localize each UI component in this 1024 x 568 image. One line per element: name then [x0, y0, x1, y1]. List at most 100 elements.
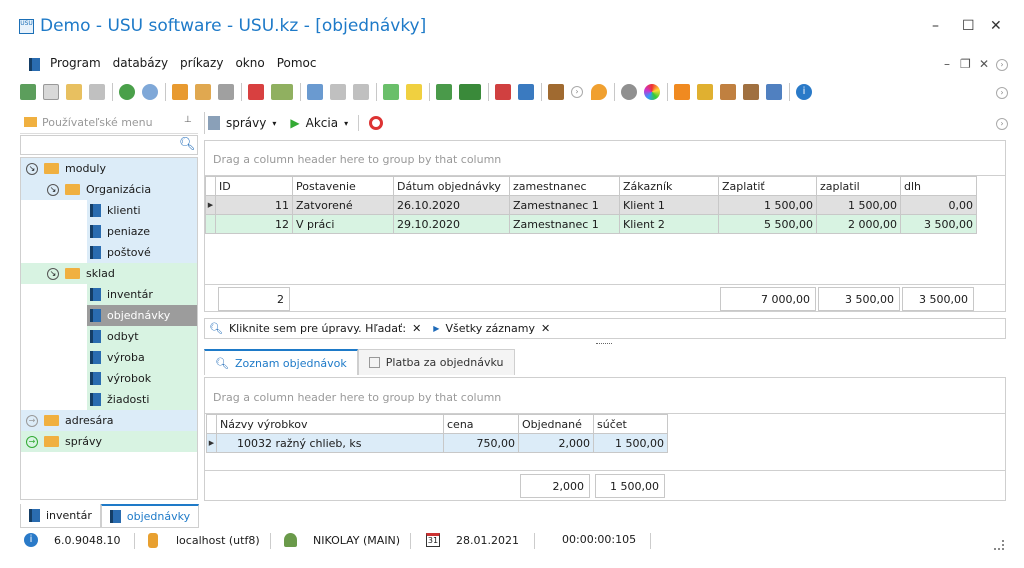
- chevron-down-icon[interactable]: ▾: [272, 119, 276, 128]
- col-header-id[interactable]: ID: [215, 176, 293, 196]
- add-icon[interactable]: [383, 84, 399, 100]
- menu-help[interactable]: Pomoc: [277, 56, 317, 74]
- tree-node-orders[interactable]: objednávky: [87, 305, 197, 326]
- table-row[interactable]: 12 V práci 29.10.2020 Zamestnanec 1 Klie…: [205, 214, 977, 234]
- tree-node-organization[interactable]: ↘ Organizácia: [21, 179, 197, 200]
- col-header-status[interactable]: Postavenie: [292, 176, 394, 196]
- mdi-minimize-button[interactable]: –: [944, 57, 950, 71]
- tree-node-money[interactable]: peniaze: [87, 221, 197, 242]
- lock-icon[interactable]: [697, 84, 713, 100]
- note-icon[interactable]: [406, 84, 422, 100]
- filter-edit-text[interactable]: Kliknite sem pre úpravy. Hľadať:: [229, 322, 406, 335]
- table-row[interactable]: ▶ 11 Zatvorené 26.10.2020 Zamestnanec 1 …: [205, 195, 977, 215]
- search-icon[interactable]: [142, 84, 158, 100]
- rss-icon[interactable]: [674, 84, 690, 100]
- collapse-icon[interactable]: [330, 84, 346, 100]
- tree-node-modules[interactable]: ↘ moduly: [21, 158, 197, 179]
- col-header-employee[interactable]: zamestnanec: [509, 176, 620, 196]
- actions-button[interactable]: Akcia: [306, 116, 338, 130]
- tree-node-warehouse[interactable]: ↘ sklad: [21, 263, 197, 284]
- col-header-ordered[interactable]: Objednané: [518, 414, 594, 434]
- tree-node-directory[interactable]: → adresára: [21, 410, 197, 431]
- mdi-close-button[interactable]: ✕: [979, 57, 989, 71]
- maximize-button[interactable]: ☐: [962, 18, 975, 34]
- users-icon[interactable]: [743, 84, 759, 100]
- col-header-product-name[interactable]: Názvy výrobkov: [216, 414, 444, 434]
- filter-remove-button[interactable]: ✕: [541, 322, 550, 335]
- export-icon[interactable]: [436, 84, 452, 100]
- expand-icon[interactable]: [353, 84, 369, 100]
- columns-icon[interactable]: [307, 84, 323, 100]
- col-header-sum[interactable]: súčet: [593, 414, 668, 434]
- col-header-debt[interactable]: dlh: [900, 176, 977, 196]
- folder-icon: [44, 436, 59, 447]
- collapse-icon[interactable]: ↘: [47, 267, 59, 280]
- reports-button[interactable]: správy: [226, 116, 266, 130]
- pin-icon[interactable]: [766, 84, 782, 100]
- color-wheel-icon[interactable]: [644, 84, 660, 100]
- filter-all-records[interactable]: Všetky záznamy: [445, 322, 535, 335]
- tab-order-list[interactable]: 🔍︎ Zoznam objednávok: [204, 349, 358, 375]
- col-header-customer[interactable]: Zákazník: [619, 176, 719, 196]
- tree-node-inventory[interactable]: inventár: [87, 284, 197, 305]
- col-header-order-date[interactable]: Dátum objednávky: [393, 176, 510, 196]
- sidebar-search-input[interactable]: 🔍︎: [20, 135, 198, 155]
- menu-commands[interactable]: príkazy: [180, 56, 223, 74]
- collapse-icon[interactable]: ↘: [26, 162, 38, 175]
- tree-node-production[interactable]: výroba: [87, 347, 197, 368]
- user-key-icon[interactable]: [720, 84, 736, 100]
- col-header-to-pay[interactable]: Zaplatiť: [718, 176, 817, 196]
- resize-grip[interactable]: [994, 540, 1004, 550]
- tab-orders[interactable]: objednávky: [100, 504, 200, 528]
- menu-window[interactable]: okno: [235, 56, 264, 74]
- new-window-icon[interactable]: [495, 84, 511, 100]
- pin-icon[interactable]: ⊥: [184, 115, 192, 125]
- col-header-paid[interactable]: zaplatil: [816, 176, 901, 196]
- filter-bar[interactable]: 🔍︎ Kliknite sem pre úpravy. Hľadať: ✕ ▶ …: [204, 318, 1006, 339]
- expand-icon[interactable]: →: [26, 414, 38, 427]
- delete-icon[interactable]: [89, 84, 105, 100]
- copy-icon[interactable]: [43, 84, 59, 100]
- splitter-handle[interactable]: [596, 343, 612, 345]
- col-header-price[interactable]: cena: [443, 414, 519, 434]
- menu-databases[interactable]: databázy: [113, 56, 168, 74]
- stop-icon[interactable]: [369, 116, 384, 130]
- tree-node-mail[interactable]: poštové: [87, 242, 197, 263]
- close-window-icon[interactable]: [518, 84, 534, 100]
- expand-icon[interactable]: →: [26, 435, 38, 448]
- grid-toolbar-expand-icon[interactable]: ›: [996, 118, 1008, 130]
- exit-icon[interactable]: [548, 84, 564, 100]
- close-button[interactable]: ✕: [990, 18, 1002, 34]
- refresh-icon[interactable]: [20, 84, 36, 100]
- mdi-restore-button[interactable]: ❐: [960, 57, 971, 71]
- excel-dropdown-icon[interactable]: [459, 84, 481, 100]
- tree-node-sales[interactable]: odbyt: [87, 326, 197, 347]
- forward-icon[interactable]: ›: [571, 86, 583, 98]
- table-row[interactable]: ▶ 10032 ražný chlieb, ks 750,00 2,000 1 …: [206, 433, 668, 453]
- tree-node-requests[interactable]: žiadosti: [87, 389, 197, 410]
- location-icon[interactable]: [591, 84, 607, 100]
- info-icon[interactable]: i: [796, 84, 812, 100]
- chevron-down-icon[interactable]: ▾: [344, 119, 348, 128]
- image-dropdown-icon[interactable]: [271, 84, 293, 100]
- filter-clear-button[interactable]: ✕: [412, 322, 421, 335]
- filter-clear-icon[interactable]: [195, 84, 211, 100]
- tab-order-payment[interactable]: Platba za objednávku: [357, 349, 515, 375]
- collapse-icon[interactable]: ↘: [47, 183, 59, 196]
- menu-expand-icon[interactable]: ›: [996, 59, 1008, 71]
- menu-program[interactable]: Program: [50, 56, 101, 74]
- filter-icon[interactable]: [172, 84, 188, 100]
- flag-icon[interactable]: [248, 84, 264, 100]
- play-icon: ▶: [290, 116, 300, 130]
- search-icon[interactable]: 🔍︎: [179, 137, 196, 152]
- tree-node-product[interactable]: výrobok: [87, 368, 197, 389]
- gear-icon[interactable]: [621, 84, 637, 100]
- edit-icon[interactable]: [66, 84, 82, 100]
- tab-inventory[interactable]: inventár: [20, 504, 101, 528]
- tree-node-reports[interactable]: → správy: [21, 431, 197, 452]
- toolbar-expand-icon[interactable]: ›: [996, 87, 1008, 99]
- reload-icon[interactable]: [119, 84, 135, 100]
- minimize-button[interactable]: –: [932, 18, 939, 34]
- tree-node-clients[interactable]: klienti: [87, 200, 197, 221]
- filter-settings-icon[interactable]: [218, 84, 234, 100]
